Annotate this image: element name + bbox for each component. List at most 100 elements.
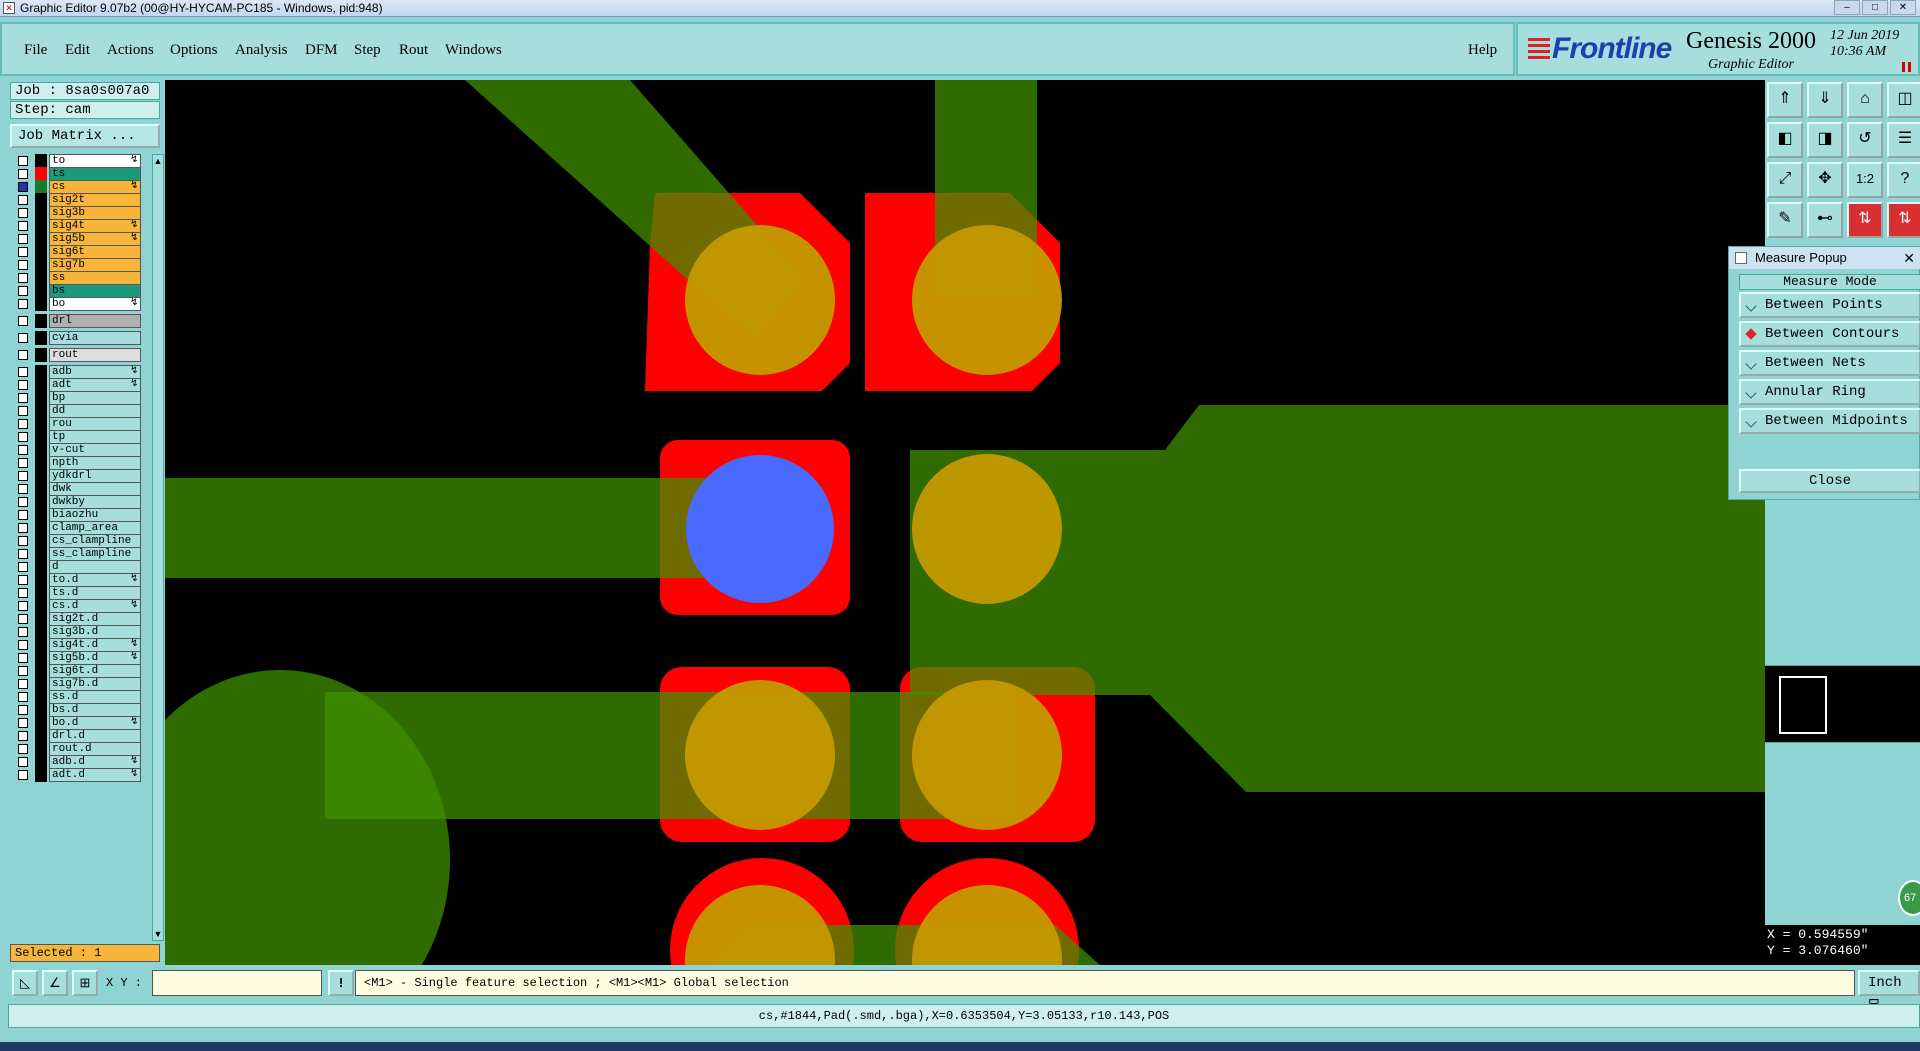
menu-rout[interactable]: Rout [399, 42, 428, 59]
layer-row[interactable]: dwk [10, 482, 148, 496]
layer-checkbox[interactable] [18, 757, 28, 767]
layer-checkbox[interactable] [18, 195, 28, 205]
layer-checkbox[interactable] [18, 536, 28, 546]
layer-color-indicator[interactable] [35, 638, 47, 652]
scroll-up-icon[interactable]: ▲ [153, 155, 163, 167]
layer-row[interactable]: drl [10, 314, 148, 328]
layer-row[interactable]: sig5b ↯ [10, 232, 148, 246]
layer-name[interactable]: cs.d [49, 599, 141, 613]
layer-row[interactable]: sig2t [10, 193, 148, 207]
layer-color-indicator[interactable] [35, 625, 47, 639]
layer-color-indicator[interactable] [35, 612, 47, 626]
layer-checkbox[interactable] [18, 627, 28, 637]
layer-checkbox[interactable] [18, 549, 28, 559]
menu-edit[interactable]: Edit [65, 42, 90, 59]
filter-icon[interactable]: ⇅ [1847, 202, 1883, 238]
layer-checkbox[interactable] [18, 458, 28, 468]
layer-row[interactable]: cs.d ↯ [10, 599, 148, 613]
layer-checkbox[interactable] [18, 182, 28, 192]
layer-row[interactable]: clamp_area [10, 521, 148, 535]
layer-row[interactable]: rou [10, 417, 148, 431]
layer-name[interactable]: adb [49, 365, 141, 379]
layer-color-indicator[interactable] [35, 167, 47, 181]
layer-row[interactable]: to ↯ [10, 154, 148, 168]
layer-color-indicator[interactable] [35, 716, 47, 730]
layer-name[interactable]: d [49, 560, 141, 574]
layer-checkbox[interactable] [18, 299, 28, 309]
layer-row[interactable]: adt ↯ [10, 378, 148, 392]
layer-color-indicator[interactable] [35, 742, 47, 756]
layer-name[interactable]: biaozhu [49, 508, 141, 522]
layer-row[interactable]: rout.d [10, 742, 148, 756]
layer-name[interactable]: sig6t.d [49, 664, 141, 678]
layer-name[interactable]: sig3b [49, 206, 141, 220]
pad-4[interactable] [912, 454, 1062, 604]
menu-dfm[interactable]: DFM [305, 42, 338, 59]
layer-row[interactable]: sig4t.d ↯ [10, 638, 148, 652]
layer-checkbox[interactable] [18, 510, 28, 520]
selected-drill-pad[interactable] [686, 455, 834, 603]
layer-color-indicator[interactable] [35, 232, 47, 246]
graphic-canvas[interactable] [165, 80, 1765, 965]
layer-color-indicator[interactable] [35, 331, 47, 345]
option-between-points[interactable]: Between Points [1739, 292, 1920, 318]
layer-row[interactable]: cs_clampline [10, 534, 148, 548]
layer-checkbox[interactable] [18, 156, 28, 166]
close-window-icon[interactable]: ✕ [1890, 0, 1916, 15]
layer-name[interactable]: bs.d [49, 703, 141, 717]
layer-name[interactable]: cs [49, 180, 141, 194]
layer-checkbox[interactable] [18, 350, 28, 360]
layer-up-icon[interactable]: ⇑ [1767, 82, 1803, 118]
layer-name[interactable]: v-cut [49, 443, 141, 457]
layer-name[interactable]: ss [49, 271, 141, 285]
layer-row[interactable]: adb ↯ [10, 365, 148, 379]
layer-checkbox[interactable] [18, 601, 28, 611]
layer-row[interactable]: rout [10, 348, 148, 362]
layer-row[interactable]: adb.d ↯ [10, 755, 148, 769]
layer-row[interactable]: adt.d ↯ [10, 768, 148, 782]
angle-mode-icon[interactable]: ∠ [42, 970, 68, 996]
layer-name[interactable]: sig7b [49, 258, 141, 272]
layer-checkbox[interactable] [18, 221, 28, 231]
layer-color-indicator[interactable] [35, 284, 47, 298]
split-icon[interactable]: ◫ [1887, 82, 1920, 118]
layer-checkbox[interactable] [18, 273, 28, 283]
layer-checkbox[interactable] [18, 445, 28, 455]
layer-name[interactable]: dwkby [49, 495, 141, 509]
layer-scrollbar[interactable]: ▲ ▼ [152, 154, 164, 941]
layer-name[interactable]: ss_clampline [49, 547, 141, 561]
layer-color-indicator[interactable] [35, 651, 47, 665]
layer-color-indicator[interactable] [35, 703, 47, 717]
layer-row[interactable]: sig6t.d [10, 664, 148, 678]
layer-name[interactable]: bp [49, 391, 141, 405]
layer-name[interactable]: rou [49, 417, 141, 431]
layer-name[interactable]: cvia [49, 331, 141, 345]
layer-name[interactable]: bs [49, 284, 141, 298]
layer-color-indicator[interactable] [35, 755, 47, 769]
maximize-icon[interactable]: □ [1862, 0, 1888, 15]
minimize-icon[interactable]: ‒ [1834, 0, 1860, 15]
layer-color-indicator[interactable] [35, 245, 47, 259]
layer-checkbox[interactable] [18, 575, 28, 585]
layer-row[interactable]: sig7b [10, 258, 148, 272]
menu-options[interactable]: Options [170, 42, 218, 59]
layer-row[interactable]: drl.d [10, 729, 148, 743]
layer-color-indicator[interactable] [35, 768, 47, 782]
warning-button[interactable]: ! [328, 970, 354, 996]
layer-name[interactable]: ts [49, 167, 141, 181]
menu-windows[interactable]: Windows [445, 42, 502, 59]
option-between-midpoints[interactable]: Between Midpoints [1739, 408, 1920, 434]
overview-map[interactable] [1765, 665, 1920, 743]
option-between-contours[interactable]: Between Contours [1739, 321, 1920, 347]
layer-checkbox[interactable] [18, 705, 28, 715]
layer-checkbox[interactable] [18, 770, 28, 780]
zoom-center-icon[interactable]: ✥ [1807, 162, 1843, 198]
layer-row[interactable]: ts [10, 167, 148, 181]
menu-actions[interactable]: Actions [107, 42, 154, 59]
layer-color-indicator[interactable] [35, 560, 47, 574]
layer-name[interactable]: ydkdrl [49, 469, 141, 483]
layer-name[interactable]: rout [49, 348, 141, 362]
layer-checkbox[interactable] [18, 471, 28, 481]
layer-name[interactable]: sig3b.d [49, 625, 141, 639]
layer-row[interactable]: sig4t ↯ [10, 219, 148, 233]
